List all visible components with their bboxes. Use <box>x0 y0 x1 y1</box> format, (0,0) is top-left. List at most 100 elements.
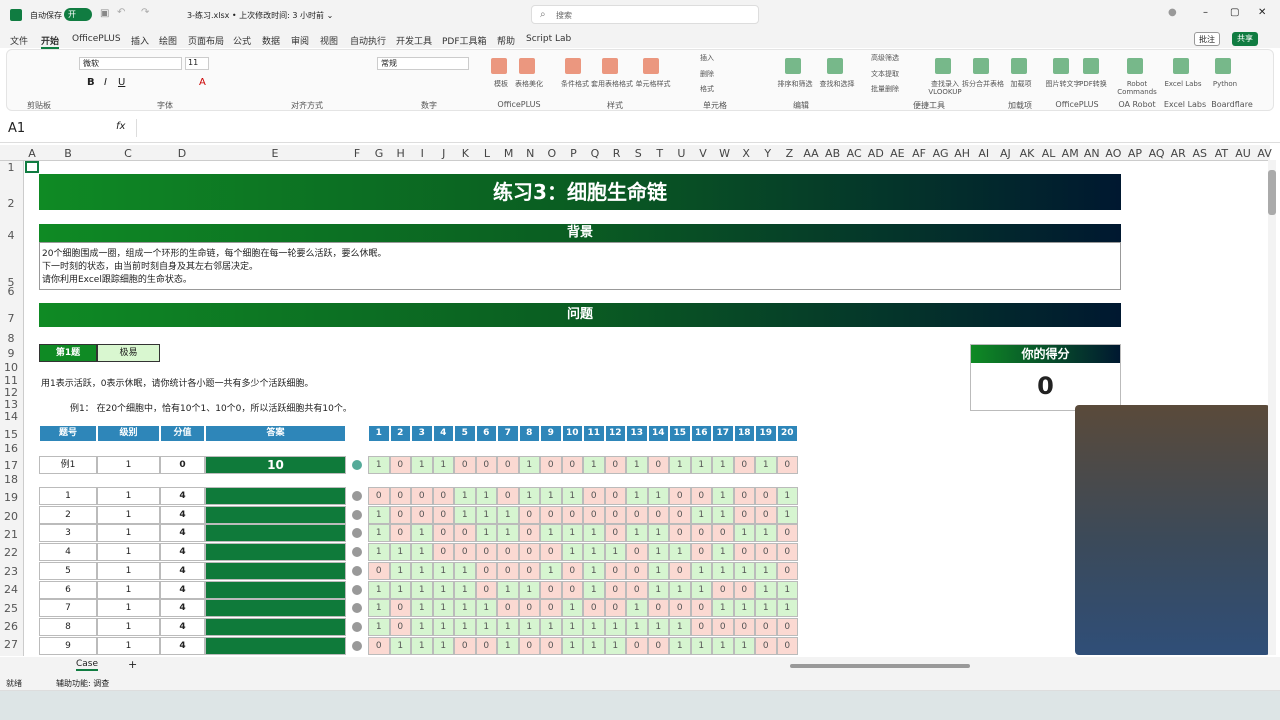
row-header-16[interactable]: 16 <box>0 442 22 455</box>
comment-button[interactable]: 批注 <box>1194 32 1220 46</box>
column-header-AK[interactable]: AK <box>1016 147 1038 160</box>
column-header-M[interactable]: M <box>498 147 520 160</box>
column-header-K[interactable]: K <box>454 147 476 160</box>
ribbon-button-17[interactable]: PDF转换 <box>1071 80 1115 88</box>
menu-tab-5[interactable]: 页面布局 <box>188 34 224 47</box>
horizontal-scrollbar[interactable] <box>790 664 970 668</box>
row-header-19[interactable]: 19 <box>0 491 22 504</box>
row-header-27[interactable]: 27 <box>0 638 22 651</box>
column-header-AJ[interactable]: AJ <box>994 147 1016 160</box>
answer-input[interactable] <box>205 505 346 524</box>
menu-tab-13[interactable]: 帮助 <box>497 34 515 47</box>
row-header-8[interactable]: 8 <box>0 332 22 345</box>
column-header-AV[interactable]: AV <box>1254 147 1276 160</box>
underline-button[interactable]: U <box>118 77 125 88</box>
row-header-26[interactable]: 26 <box>0 620 22 633</box>
row-header-17[interactable]: 17 <box>0 459 22 472</box>
answer-input[interactable] <box>205 561 346 580</box>
column-header-AQ[interactable]: AQ <box>1146 147 1168 160</box>
ribbon-button-5[interactable]: 插入 <box>683 54 731 62</box>
column-header-P[interactable]: P <box>562 147 584 160</box>
column-header-AF[interactable]: AF <box>908 147 930 160</box>
column-header-AA[interactable]: AA <box>800 147 822 160</box>
column-header-U[interactable]: U <box>670 147 692 160</box>
menu-tab-0[interactable]: 文件 <box>10 34 28 47</box>
name-box[interactable]: A1 <box>8 121 25 136</box>
ribbon-button-20[interactable]: Python <box>1203 80 1247 88</box>
row-header-14[interactable]: 14 <box>0 410 22 423</box>
menu-tab-12[interactable]: PDF工具箱 <box>442 34 487 47</box>
row-header-23[interactable]: 23 <box>0 565 22 578</box>
answer-input[interactable] <box>205 636 346 655</box>
answer-input[interactable] <box>205 487 346 505</box>
answer-input[interactable] <box>205 617 346 636</box>
ribbon-button-11[interactable]: 文本提取 <box>861 70 909 78</box>
column-header-X[interactable]: X <box>735 147 757 160</box>
menu-tab-11[interactable]: 开发工具 <box>396 34 432 47</box>
column-header-S[interactable]: S <box>627 147 649 160</box>
column-header-AB[interactable]: AB <box>822 147 844 160</box>
row-header-9[interactable]: 9 <box>0 347 22 360</box>
column-header-T[interactable]: T <box>649 147 671 160</box>
bold-button[interactable]: B <box>87 77 95 88</box>
column-header-Q[interactable]: Q <box>584 147 606 160</box>
column-header-W[interactable]: W <box>714 147 736 160</box>
column-header-R[interactable]: R <box>606 147 628 160</box>
column-header-H[interactable]: H <box>390 147 412 160</box>
row-header-7[interactable]: 7 <box>0 312 22 325</box>
column-header-A[interactable]: A <box>21 147 43 160</box>
column-header-AC[interactable]: AC <box>843 147 865 160</box>
row-header-22[interactable]: 22 <box>0 546 22 559</box>
column-header-AO[interactable]: AO <box>1102 147 1124 160</box>
ribbon-button-7[interactable]: 格式 <box>683 85 731 93</box>
column-header-AG[interactable]: AG <box>930 147 952 160</box>
menu-tab-2[interactable]: OfficePLUS <box>72 34 121 44</box>
column-header-AN[interactable]: AN <box>1081 147 1103 160</box>
accessibility-status[interactable]: 辅助功能: 调查 <box>56 678 109 689</box>
file-title[interactable]: 3-练习.xlsx • 上次修改时间: 3 小时前 ⌄ <box>187 10 333 21</box>
column-header-AU[interactable]: AU <box>1232 147 1254 160</box>
menu-tab-14[interactable]: Script Lab <box>526 34 571 44</box>
maximize-button[interactable]: ▢ <box>1230 7 1239 18</box>
ribbon-button-15[interactable]: 加载项 <box>999 80 1043 88</box>
menu-tab-7[interactable]: 数据 <box>262 34 280 47</box>
row-header-18[interactable]: 18 <box>0 473 22 486</box>
column-header-Z[interactable]: Z <box>778 147 800 160</box>
share-button[interactable]: 共享 <box>1232 32 1258 46</box>
column-header-AL[interactable]: AL <box>1038 147 1060 160</box>
ribbon-button-3[interactable]: 套用表格格式 <box>590 80 634 88</box>
column-header-AI[interactable]: AI <box>973 147 995 160</box>
column-header-O[interactable]: O <box>541 147 563 160</box>
column-header-AD[interactable]: AD <box>865 147 887 160</box>
autosave-toggle[interactable]: 开 <box>64 8 92 21</box>
ribbon-button-1[interactable]: 表格美化 <box>507 80 551 88</box>
redo-icon[interactable]: ↷ <box>141 7 149 18</box>
row-header-10[interactable]: 10 <box>0 361 22 374</box>
add-sheet-button[interactable]: + <box>128 658 137 671</box>
column-header-AE[interactable]: AE <box>886 147 908 160</box>
ribbon-button-18[interactable]: Robot Commands <box>1115 80 1159 96</box>
answer-input[interactable] <box>205 543 346 562</box>
column-header-V[interactable]: V <box>692 147 714 160</box>
fx-icon[interactable]: fx <box>116 121 125 132</box>
column-header-AP[interactable]: AP <box>1124 147 1146 160</box>
column-header-AS[interactable]: AS <box>1189 147 1211 160</box>
column-header-L[interactable]: L <box>476 147 498 160</box>
menu-tab-4[interactable]: 绘图 <box>159 34 177 47</box>
ribbon-button-8[interactable]: 排序和筛选 <box>773 80 817 88</box>
row-header-21[interactable]: 21 <box>0 528 22 541</box>
font-name-select[interactable]: 微软 <box>79 57 182 70</box>
ribbon-button-9[interactable]: 查找和选择 <box>815 80 859 88</box>
column-header-C[interactable]: C <box>117 147 139 160</box>
menu-tab-10[interactable]: 自动执行 <box>350 34 386 47</box>
row-header-2[interactable]: 2 <box>0 197 22 210</box>
row-header-6[interactable]: 6 <box>0 285 22 298</box>
undo-icon[interactable]: ↶ <box>117 7 125 18</box>
answer-input[interactable] <box>205 580 346 599</box>
column-header-J[interactable]: J <box>433 147 455 160</box>
column-header-AT[interactable]: AT <box>1210 147 1232 160</box>
minimize-button[interactable]: – <box>1203 7 1208 18</box>
ribbon-button-10[interactable]: 高级筛选 <box>861 54 909 62</box>
font-color-button[interactable]: A <box>199 77 206 88</box>
column-header-AH[interactable]: AH <box>951 147 973 160</box>
